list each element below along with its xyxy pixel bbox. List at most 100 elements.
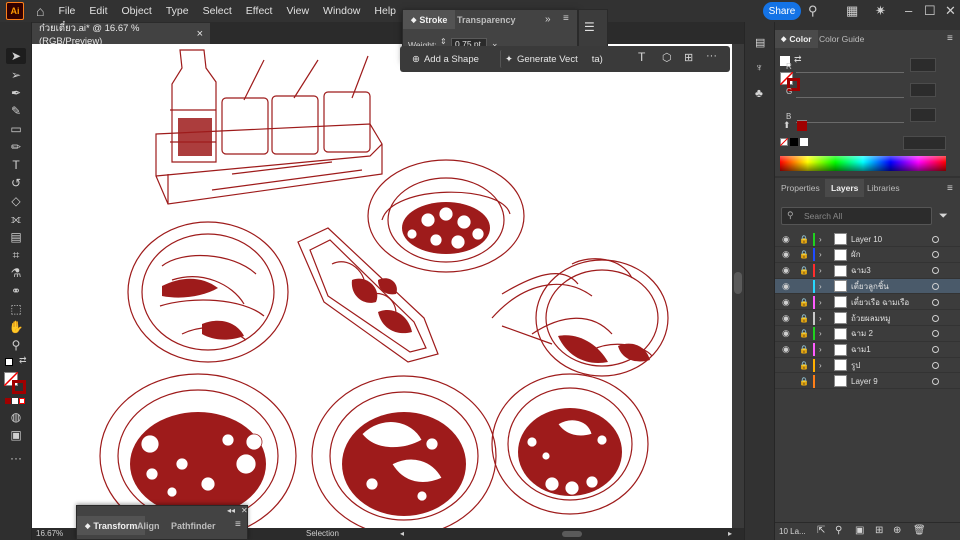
add-shape-button[interactable]: ⊕ Add a Shape	[412, 50, 479, 68]
expand-chevron-icon[interactable]: ›	[819, 361, 822, 370]
layer-name[interactable]: ถ้วยผลมหมู	[851, 312, 890, 325]
b-slider[interactable]	[796, 122, 904, 123]
share-button[interactable]: Share	[763, 2, 801, 20]
type-tool-icon[interactable]: T	[6, 157, 26, 173]
collect-export-icon[interactable]: ⇱	[817, 525, 825, 536]
gradient-tool-icon[interactable]: ▤	[6, 229, 26, 245]
draw-mode-icon[interactable]: ◍	[6, 409, 26, 425]
more-options-icon[interactable]: ···	[706, 50, 717, 62]
b-value-input[interactable]	[910, 108, 936, 122]
visibility-eye-icon[interactable]: ◉	[782, 234, 790, 245]
lock-icon[interactable]: 🔒	[799, 250, 809, 259]
type-icon[interactable]: T	[638, 50, 645, 64]
panel-collapse-icon[interactable]: ◆	[411, 16, 416, 24]
layer-name[interactable]: ฉาม 2	[851, 327, 873, 340]
panel-collapse-arrows-icon[interactable]: ◂◂	[227, 506, 235, 515]
menu-view[interactable]: View	[286, 5, 309, 17]
expand-chevron-icon[interactable]: ›	[819, 329, 822, 338]
pencil-tool-icon[interactable]: ✏	[6, 139, 26, 155]
gradient-mode-icon[interactable]	[12, 398, 18, 404]
rectangle-tool-icon[interactable]: ▭	[6, 121, 26, 137]
vertical-scrollbar-thumb[interactable]	[734, 272, 742, 294]
expand-chevron-icon[interactable]: ›	[819, 345, 822, 354]
close-icon[interactable]: ✕	[945, 3, 956, 19]
layer-row[interactable]: 🔒 › รูป	[775, 358, 960, 374]
panel-menu-icon[interactable]: ≡	[563, 13, 569, 24]
image-trace-icon[interactable]: ⊞	[684, 51, 693, 64]
delete-layer-icon[interactable]: 🗑	[913, 525, 926, 536]
none-swatch[interactable]	[780, 138, 788, 146]
expand-chevron-icon[interactable]: ›	[819, 250, 822, 259]
locate-object-icon[interactable]: ⚲	[835, 525, 842, 536]
visibility-eye-icon[interactable]: ◉	[782, 313, 790, 324]
status-tool-name[interactable]: Selection	[306, 529, 339, 538]
layer-row[interactable]: ◉ 🔒 › ถ้วยผลมหมู	[775, 311, 960, 326]
close-tab-icon[interactable]: ×	[197, 28, 203, 40]
color-panel-menu-icon[interactable]: ≡	[947, 33, 953, 44]
lock-icon[interactable]: 🔒	[799, 235, 809, 244]
tab-layers[interactable]: Layers	[825, 179, 865, 197]
layer-name[interactable]: Layer 10	[851, 235, 882, 244]
layer-row[interactable]: ◉ 🔒 › เตี๋ยวเรือ ฉามเรือ	[775, 295, 960, 311]
target-circle-icon[interactable]	[932, 361, 939, 369]
layer-row[interactable]: ◉ 🔒 › Layer 10	[775, 232, 960, 247]
r-slider[interactable]	[796, 72, 904, 73]
lock-icon[interactable]: 🔒	[799, 345, 809, 354]
menu-edit[interactable]: Edit	[89, 5, 107, 17]
lock-icon[interactable]: 🔒	[799, 377, 809, 386]
selection-tool-icon[interactable]: ➤	[6, 48, 26, 64]
target-circle-icon[interactable]	[932, 251, 939, 259]
eraser-tool-icon[interactable]: ◇	[6, 193, 26, 209]
arrange-documents-icon[interactable]: ▦	[846, 3, 858, 19]
target-circle-icon[interactable]	[932, 346, 939, 354]
tab-properties[interactable]: Properties	[781, 179, 820, 197]
eyedropper-tool-icon[interactable]: ⚗	[6, 265, 26, 281]
lock-icon[interactable]: 🔒	[799, 361, 809, 370]
layer-row[interactable]: ◉ 🔒 › ฉาม1	[775, 343, 960, 358]
direct-selection-tool-icon[interactable]: ➢	[6, 67, 26, 83]
minimize-icon[interactable]: –	[905, 3, 912, 18]
target-circle-icon[interactable]	[932, 330, 939, 338]
layer-row[interactable]: ◉ 🔒 › ผัก	[775, 248, 960, 263]
rotate-tool-icon[interactable]: ↺	[6, 175, 26, 191]
home-icon[interactable]: ⌂	[36, 3, 44, 19]
visibility-eye-icon[interactable]: ◉	[782, 328, 790, 339]
layer-name[interactable]: ผัก	[851, 248, 861, 261]
filter-icon[interactable]: ⏷	[939, 210, 948, 223]
discover-icon[interactable]: ✷	[875, 3, 886, 19]
visibility-eye-icon[interactable]: ◉	[782, 344, 790, 355]
symbols-panel-icon[interactable]: ♣	[755, 86, 763, 100]
zoom-level[interactable]: 16.67%	[36, 529, 63, 538]
panel-expand-icon[interactable]: »	[545, 14, 551, 25]
artboard-tool-icon[interactable]: ⬚	[6, 301, 26, 317]
horizontal-scrollbar-thumb[interactable]	[562, 531, 582, 537]
tab-stroke[interactable]: ◆ Stroke	[403, 10, 456, 29]
zoom-tool-icon[interactable]: ⚲	[6, 337, 26, 353]
expand-chevron-icon[interactable]: ›	[819, 235, 822, 244]
hex-value-input[interactable]	[903, 136, 946, 150]
menu-type[interactable]: Type	[166, 5, 189, 17]
transform-menu-icon[interactable]: ≡	[235, 519, 241, 530]
layer-name[interactable]: รูป	[851, 359, 860, 372]
width-tool-icon[interactable]: ⟗	[6, 211, 26, 227]
g-value-input[interactable]	[910, 83, 936, 97]
default-colors-icon[interactable]	[5, 358, 13, 366]
target-circle-icon[interactable]	[932, 235, 939, 243]
menu-select[interactable]: Select	[203, 5, 232, 17]
expand-chevron-icon[interactable]: ›	[819, 298, 822, 307]
expand-chevron-icon[interactable]: ›	[819, 314, 822, 323]
layer-row[interactable]: ◉ 🔒 › ฉาม 2	[775, 327, 960, 342]
layer-name[interactable]: Layer 9	[851, 377, 878, 386]
stroke-panel-icon[interactable]: ☰	[584, 20, 602, 34]
curvature-tool-icon[interactable]: ✎	[6, 103, 26, 119]
lock-icon[interactable]: 🔒	[799, 329, 809, 338]
weight-stepper-icon[interactable]: ⇕	[440, 37, 447, 46]
lock-icon[interactable]: 🔒	[799, 298, 809, 307]
target-circle-icon[interactable]	[932, 377, 939, 385]
menu-effect[interactable]: Effect	[246, 5, 273, 17]
target-circle-icon[interactable]	[932, 298, 939, 306]
tab-color-guide[interactable]: Color Guide	[819, 30, 864, 48]
visibility-eye-icon[interactable]: ◉	[782, 281, 790, 292]
tab-transparency[interactable]: Transparency	[449, 10, 524, 29]
tab-color[interactable]: ◆ Color	[775, 30, 818, 48]
